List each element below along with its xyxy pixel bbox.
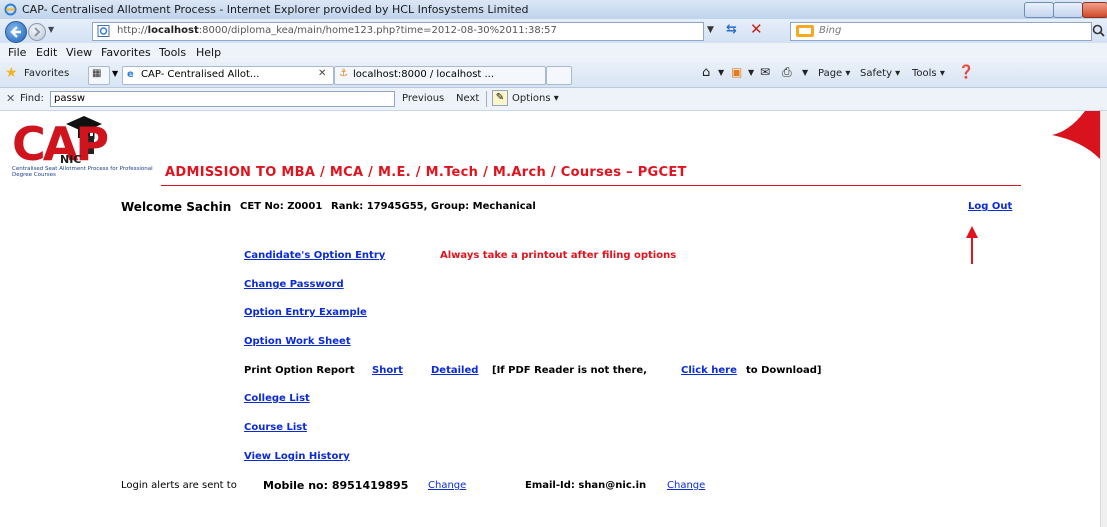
change-mobile-link[interactable]: Change — [428, 480, 466, 491]
stop-icon[interactable]: ✕ — [750, 20, 763, 38]
forward-arrow-icon — [34, 27, 41, 37]
printout-note: Always take a printout after filing opti… — [440, 250, 677, 261]
address-text: http://localhost:8000/diploma_kea/main/h… — [117, 25, 557, 36]
tab-localhost[interactable]: ⚓ localhost:8000 / localhost ... — [334, 66, 546, 85]
bing-logo-icon — [796, 25, 814, 37]
back-button[interactable] — [5, 21, 27, 43]
find-previous-button[interactable]: Previous — [402, 93, 444, 104]
change-password-link[interactable]: Change Password — [244, 279, 344, 290]
option-entry-example-link[interactable]: Option Entry Example — [244, 307, 367, 318]
mobile-number: Mobile no: 8951419895 — [263, 479, 409, 492]
tab-cap[interactable]: e CAP- Centralised Allot... ✕ — [122, 66, 334, 85]
option-work-sheet-link[interactable]: Option Work Sheet — [244, 336, 351, 347]
safety-menu-label: Safety — [860, 68, 892, 79]
safety-menu[interactable]: Safety ▾ — [860, 68, 900, 79]
find-next-button[interactable]: Next — [456, 93, 479, 104]
find-options-menu[interactable]: Options ▾ — [512, 93, 559, 104]
change-email-link[interactable]: Change — [667, 480, 705, 491]
ie-logo-icon — [4, 3, 17, 16]
short-report-link[interactable]: Short — [372, 365, 403, 376]
tab-list-dropdown-icon[interactable]: ▼ — [112, 69, 118, 78]
tools-menu[interactable]: Tools ▾ — [912, 68, 945, 79]
logo-subtitle: Centralised Seat Allotment Process for P… — [12, 166, 153, 178]
address-dropdown-icon[interactable]: ▼ — [707, 25, 714, 35]
click-here-download-link[interactable]: Click here — [681, 365, 737, 376]
close-tab-icon[interactable]: ✕ — [318, 68, 326, 79]
highlight-icon[interactable]: ✎ — [492, 90, 508, 106]
logout-link[interactable]: Log Out — [968, 201, 1012, 212]
window-title: CAP- Centralised Allotment Process - Int… — [22, 3, 529, 16]
print-option-report-label: Print Option Report — [244, 365, 355, 376]
view-login-history-link[interactable]: View Login History — [244, 451, 350, 462]
maximize-button[interactable] — [1053, 2, 1083, 18]
address-row: ▼ http://localhost:8000/diploma_kea/main… — [0, 19, 1107, 43]
window-titlebar: CAP- Centralised Allotment Process - Int… — [0, 0, 1107, 20]
admission-title: ADMISSION TO MBA / MCA / M.E. / M.Tech /… — [165, 165, 687, 180]
red-corner-decoration — [1052, 111, 1100, 159]
menu-file[interactable]: File — [8, 46, 26, 59]
print-dropdown-icon[interactable]: ▼ — [802, 68, 808, 77]
address-field[interactable]: http://localhost:8000/diploma_kea/main/h… — [92, 22, 704, 41]
help-icon[interactable]: ❓ — [958, 65, 974, 80]
menu-help[interactable]: Help — [196, 46, 221, 59]
tools-menu-label: Tools — [912, 68, 937, 79]
find-divider — [486, 91, 487, 107]
find-input[interactable]: passw — [50, 91, 395, 107]
favorites-star-icon: ★ — [5, 65, 18, 81]
home-icon[interactable]: ⌂ — [702, 65, 710, 80]
forward-button[interactable] — [28, 23, 46, 41]
course-list-link[interactable]: Course List — [244, 422, 307, 433]
close-window-button[interactable] — [1082, 2, 1107, 18]
cet-number: CET No: Z0001 — [240, 201, 323, 212]
new-tab-button[interactable] — [546, 66, 572, 85]
email-id: Email-Id: shan@nic.in — [525, 480, 647, 491]
page-menu[interactable]: Page ▾ — [818, 68, 850, 79]
login-alerts-text: Login alerts are sent to — [121, 480, 237, 491]
search-field[interactable]: Bing — [790, 22, 1092, 41]
page-menu-label: Page — [818, 68, 843, 79]
find-bar: ✕ Find: passw Previous Next ✎ Options ▾ — [0, 88, 1107, 111]
rank-group: Rank: 17945G55, Group: Mechanical — [331, 201, 536, 212]
menu-view[interactable]: View — [66, 46, 92, 59]
header-divider — [161, 185, 1021, 186]
feeds-dropdown-icon[interactable]: ▼ — [748, 68, 754, 77]
page-icon — [97, 25, 110, 37]
arrow-up-icon — [966, 226, 978, 264]
refresh-icon[interactable]: ⇆ — [726, 22, 737, 37]
search-placeholder: Bing — [819, 25, 842, 36]
pdf-note-start: [If PDF Reader is not there, — [492, 365, 647, 376]
vertical-scrollbar[interactable] — [1100, 111, 1107, 527]
detailed-report-link[interactable]: Detailed — [431, 365, 478, 376]
favorites-bar: ★ Favorites ▦ ▼ e CAP- Centralised Allot… — [0, 62, 1107, 88]
menu-edit[interactable]: Edit — [36, 46, 57, 59]
find-label: Find: — [20, 93, 44, 104]
home-dropdown-icon[interactable]: ▼ — [718, 68, 724, 77]
quick-tabs-button[interactable]: ▦ — [88, 66, 110, 85]
minimize-button[interactable] — [1024, 2, 1054, 18]
print-icon[interactable]: ⎙ — [782, 65, 792, 80]
feeds-icon[interactable]: ▣ — [731, 65, 742, 79]
pdf-note-end: to Download] — [746, 365, 822, 376]
back-arrow-icon — [10, 26, 21, 38]
mail-icon[interactable]: ✉ — [760, 65, 770, 79]
quick-tabs-icon: ▦ — [92, 68, 102, 79]
phpmyadmin-tab-icon: ⚓ — [339, 68, 348, 79]
menu-bar: File Edit View Favorites Tools Help — [0, 43, 1107, 62]
close-find-icon[interactable]: ✕ — [6, 92, 15, 105]
find-options-label: Options — [512, 93, 551, 104]
tab-localhost-label: localhost:8000 / localhost ... — [353, 69, 495, 80]
college-list-link[interactable]: College List — [244, 393, 310, 404]
history-dropdown-icon[interactable]: ▼ — [48, 25, 54, 34]
tab-cap-label: CAP- Centralised Allot... — [141, 69, 260, 80]
welcome-text: Welcome Sachin — [121, 200, 232, 214]
menu-tools[interactable]: Tools — [159, 46, 186, 59]
ie-tab-icon: e — [127, 69, 134, 80]
candidate-option-entry-link[interactable]: Candidate's Option Entry — [244, 250, 385, 261]
favorites-button[interactable]: Favorites — [24, 68, 69, 79]
search-icon[interactable] — [1092, 24, 1106, 38]
menu-favorites[interactable]: Favorites — [101, 46, 151, 59]
nic-logo-text: NIC — [60, 153, 82, 166]
